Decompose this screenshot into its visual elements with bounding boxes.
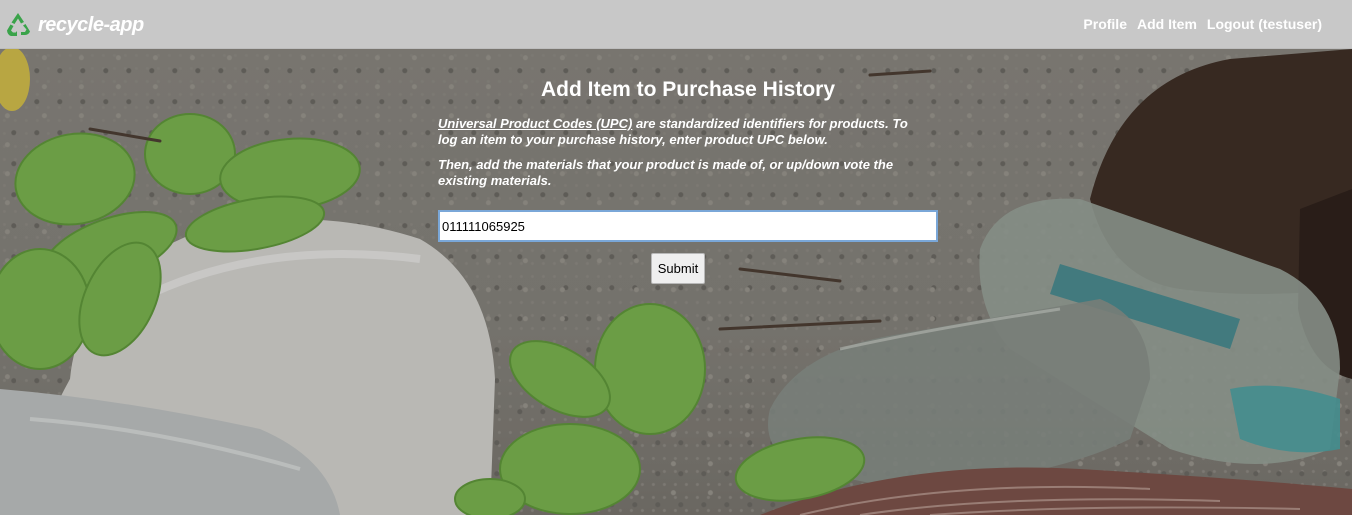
brand-name: recycle-app xyxy=(38,13,144,36)
nav-add-item-link[interactable]: Add Item xyxy=(1137,16,1197,32)
nav-profile-link[interactable]: Profile xyxy=(1083,16,1127,32)
upc-input[interactable] xyxy=(438,210,938,242)
page-title: Add Item to Purchase History xyxy=(540,78,836,101)
brand-link[interactable]: recycle-app xyxy=(4,11,144,39)
navbar: recycle-app Profile Add Item Logout (tes… xyxy=(0,0,1352,49)
add-item-form: Add Item to Purchase History Universal P… xyxy=(438,78,938,284)
intro-text: Universal Product Codes (UPC) are standa… xyxy=(438,116,918,148)
nav-logout-link[interactable]: Logout (testuser) xyxy=(1207,16,1322,32)
upc-info-link[interactable]: Universal Product Codes (UPC) xyxy=(438,116,632,131)
recycle-icon xyxy=(4,11,32,39)
instructions-text: Then, add the materials that your produc… xyxy=(438,157,894,188)
submit-button[interactable]: Submit xyxy=(650,253,706,284)
submit-row: Submit xyxy=(438,253,938,284)
nav-links: Profile Add Item Logout (testuser) xyxy=(1083,16,1322,32)
